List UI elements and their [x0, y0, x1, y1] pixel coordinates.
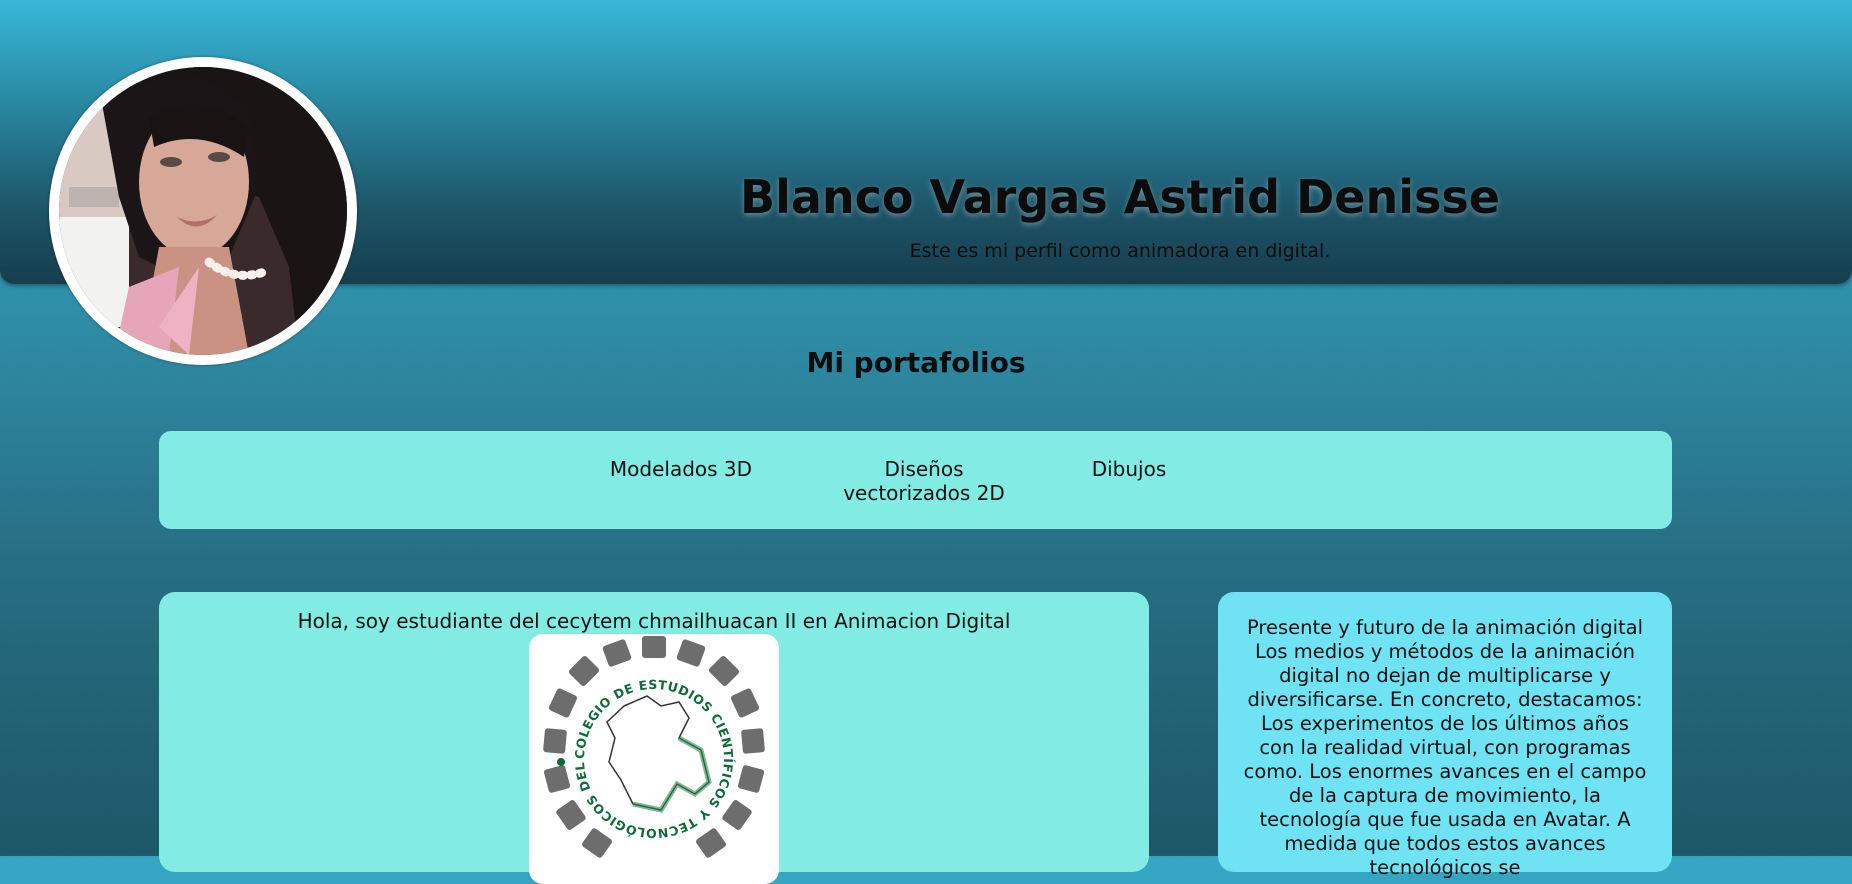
nav-link-drawings[interactable]: Dibujos: [1079, 457, 1179, 481]
nav-link-2d-vector-designs[interactable]: Diseños vectorizados 2D: [834, 457, 1014, 505]
intro-card: Hola, soy estudiante del cecytem chmailh…: [159, 592, 1149, 884]
profile-name: Blanco Vargas Astrid Denisse: [740, 170, 1500, 224]
nav-link-3d-models[interactable]: Modelados 3D: [595, 457, 767, 481]
intro-text: Hola, soy estudiante del cecytem chmailh…: [297, 609, 1011, 633]
article-text: Presente y futuro de la animación digita…: [1243, 616, 1647, 879]
profile-photo: [59, 67, 347, 355]
portfolio-nav: Modelados 3D Diseños vectorizados 2D Dib…: [159, 431, 1672, 529]
cecytem-logo: COLEGIO DE ESTUDIOS CIENTÍFICOS Y TECNOL…: [529, 634, 779, 884]
article-card: Presente y futuro de la animación digita…: [1218, 592, 1672, 879]
profile-avatar: [49, 57, 357, 365]
profile-subtitle: Este es mi perfil como animadora en digi…: [909, 240, 1331, 262]
portfolio-title: Mi portafolios: [806, 346, 1026, 379]
